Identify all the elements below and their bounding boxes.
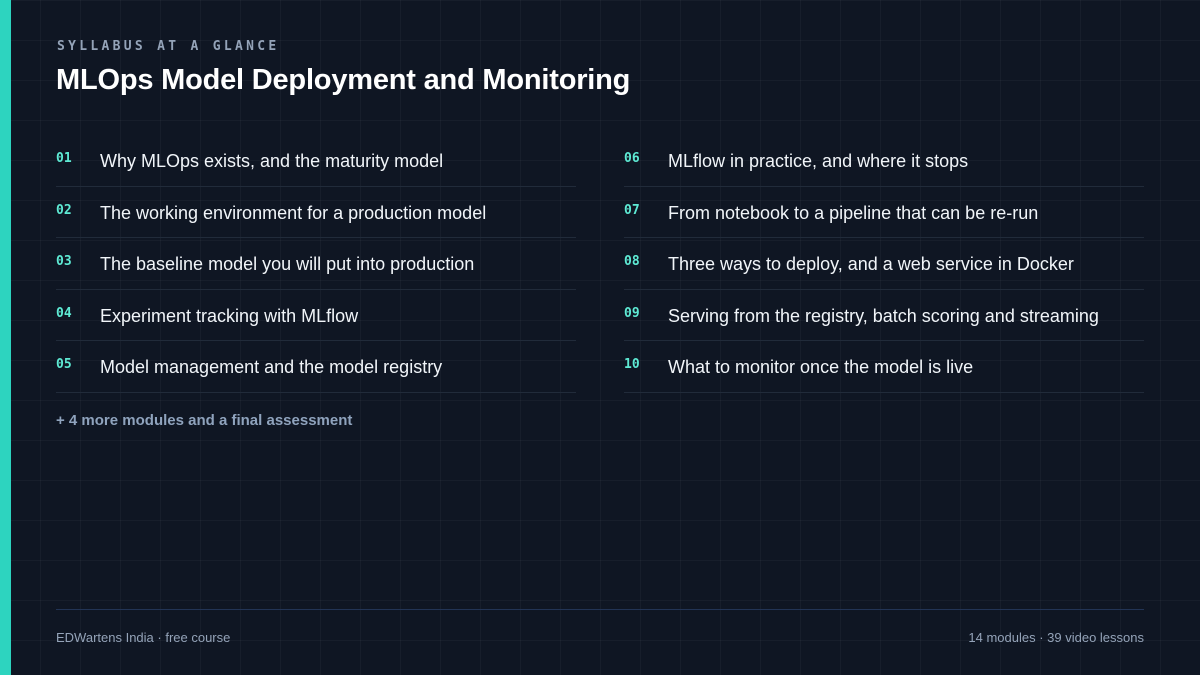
module-list-left: 01 Why MLOps exists, and the maturity mo… [56,135,576,393]
module-item: 02 The working environment for a product… [56,187,576,239]
eyebrow-label: SYLLABUS AT A GLANCE [57,39,280,54]
module-number: 09 [624,305,640,321]
module-number: 07 [624,202,640,218]
module-item: 01 Why MLOps exists, and the maturity mo… [56,135,576,187]
module-title: The baseline model you will put into pro… [100,254,475,275]
module-item: 03 The baseline model you will put into … [56,238,576,290]
module-title: MLflow in practice, and where it stops [668,151,969,171]
more-modules-note: + 4 more modules and a final assessment [56,412,353,429]
module-number: 05 [56,357,72,373]
module-item: 04 Experiment tracking with MLflow [56,290,576,342]
module-title: What to monitor once the model is live [668,357,974,378]
module-number: 01 [56,151,72,166]
module-number: 03 [56,254,72,270]
module-item: 05 Model management and the model regist… [56,341,576,393]
module-title: Serving from the registry, batch scoring… [668,305,1099,326]
module-title: Why MLOps exists, and the maturity model [100,151,444,171]
module-number: 08 [624,254,640,270]
module-number: 04 [56,305,72,321]
module-title: From notebook to a pipeline that can be … [668,202,1039,223]
module-number: 10 [624,357,640,373]
module-number: 02 [56,202,72,218]
module-item: 08 Three ways to deploy, and a web servi… [624,238,1144,290]
module-title: Experiment tracking with MLflow [100,305,359,326]
module-number: 06 [624,151,640,166]
module-item: 10 What to monitor once the model is liv… [624,341,1144,393]
module-list-right: 06 MLflow in practice, and where it stop… [624,135,1144,393]
module-title: Three ways to deploy, and a web service … [668,254,1074,275]
accent-bar [0,0,11,675]
footer-divider [56,609,1144,610]
module-title: The working environment for a production… [100,202,487,223]
module-item: 09 Serving from the registry, batch scor… [624,290,1144,342]
page-title: MLOps Model Deployment and Monitoring [56,64,631,96]
module-item: 06 MLflow in practice, and where it stop… [624,135,1144,187]
footer-brand: EDWartens India · free course [56,630,231,645]
footer-stats: 14 modules · 39 video lessons [968,630,1144,645]
module-title: Model management and the model registry [100,357,443,378]
module-item: 07 From notebook to a pipeline that can … [624,187,1144,239]
